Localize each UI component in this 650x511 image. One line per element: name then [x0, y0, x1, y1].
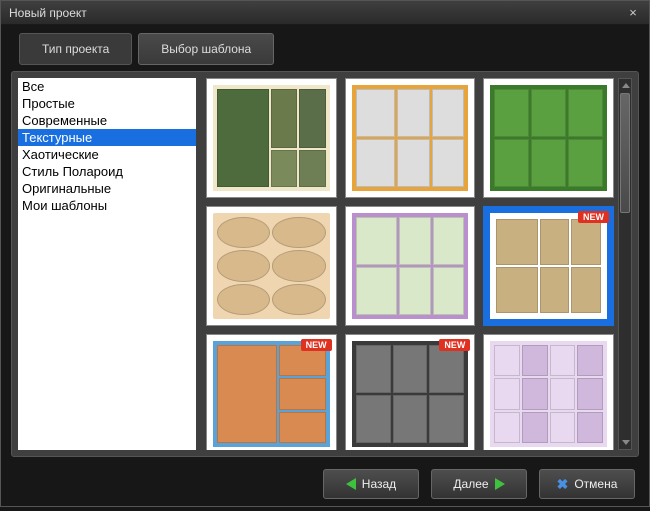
category-list: Все Простые Современные Текстурные Хаоти… — [18, 78, 196, 450]
category-item[interactable]: Стиль Полароид — [18, 163, 196, 180]
template-thumb[interactable] — [483, 334, 614, 450]
template-thumb[interactable]: NEW — [483, 206, 614, 326]
template-thumb[interactable]: NEW — [206, 334, 337, 450]
gallery-scrollbar[interactable] — [618, 78, 632, 450]
category-item[interactable]: Простые — [18, 95, 196, 112]
cancel-button-label: Отмена — [574, 477, 617, 491]
arrow-left-icon — [346, 478, 356, 490]
category-item[interactable]: Современные — [18, 112, 196, 129]
main-panel: Все Простые Современные Текстурные Хаоти… — [11, 71, 639, 457]
new-badge: NEW — [578, 211, 609, 223]
category-item[interactable]: Хаотические — [18, 146, 196, 163]
button-row: Назад Далее ✖ Отмена — [1, 457, 649, 511]
window-title: Новый проект — [9, 6, 625, 20]
close-icon[interactable]: × — [625, 5, 641, 21]
template-thumb[interactable] — [206, 206, 337, 326]
next-button-label: Далее — [453, 477, 488, 491]
tab-bar: Тип проекта Выбор шаблона — [19, 33, 639, 65]
template-thumb[interactable] — [206, 78, 337, 198]
tab-template-choice[interactable]: Выбор шаблона — [138, 33, 274, 65]
category-item[interactable]: Текстурные — [18, 129, 196, 146]
template-thumb[interactable] — [345, 78, 476, 198]
category-item[interactable]: Оригинальные — [18, 180, 196, 197]
gallery-wrap: NEW NEW NEW — [206, 78, 632, 450]
back-button-label: Назад — [362, 477, 396, 491]
category-item[interactable]: Все — [18, 78, 196, 95]
titlebar: Новый проект × — [1, 1, 649, 25]
next-button[interactable]: Далее — [431, 469, 527, 499]
template-thumb[interactable] — [345, 206, 476, 326]
new-badge: NEW — [301, 339, 332, 351]
cancel-x-icon: ✖ — [557, 476, 569, 493]
template-thumb[interactable] — [483, 78, 614, 198]
cancel-button[interactable]: ✖ Отмена — [539, 469, 635, 499]
arrow-right-icon — [495, 478, 505, 490]
tab-project-type[interactable]: Тип проекта — [19, 33, 132, 65]
template-gallery: NEW NEW NEW — [206, 78, 614, 450]
back-button[interactable]: Назад — [323, 469, 419, 499]
dialog-content: Тип проекта Выбор шаблона Все Простые Со… — [1, 25, 649, 457]
scrollbar-handle[interactable] — [620, 93, 630, 213]
template-thumb[interactable]: NEW — [345, 334, 476, 450]
category-item[interactable]: Мои шаблоны — [18, 197, 196, 214]
new-badge: NEW — [439, 339, 470, 351]
